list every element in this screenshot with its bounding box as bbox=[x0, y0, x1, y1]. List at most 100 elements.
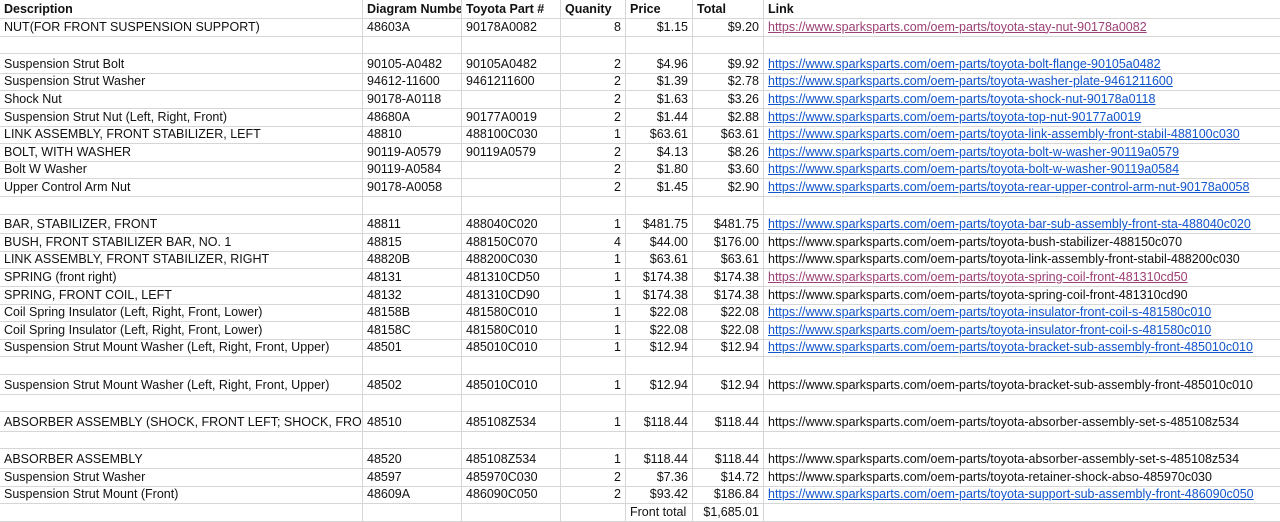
cell-description-text[interactable]: Suspension Strut Washer bbox=[4, 74, 145, 88]
cell-quantity-text[interactable]: 2 bbox=[614, 92, 621, 106]
cell-total[interactable]: $186.84 bbox=[693, 486, 764, 505]
cell-price[interactable]: $4.13 bbox=[626, 144, 693, 162]
cell-quantity[interactable]: 1 bbox=[561, 375, 626, 395]
cell-link[interactable] bbox=[764, 37, 1280, 55]
cell-quantity[interactable]: 4 bbox=[561, 234, 626, 252]
header-total[interactable]: Total bbox=[693, 0, 764, 19]
cell-diagram-number-text[interactable]: 48820B bbox=[367, 252, 410, 266]
cell-description[interactable] bbox=[0, 36, 363, 55]
cell-price[interactable]: $93.42 bbox=[626, 486, 693, 505]
cell-quantity[interactable]: 2 bbox=[561, 73, 626, 92]
cell-description-text[interactable]: BUSH, FRONT STABILIZER BAR, NO. 1 bbox=[4, 235, 231, 249]
cell-description-text[interactable]: BAR, STABILIZER, FRONT bbox=[4, 217, 157, 231]
cell-description[interactable]: Bolt W Washer bbox=[0, 161, 363, 180]
cell-total-text[interactable]: $2.88 bbox=[728, 110, 759, 124]
cell-diagram-number[interactable]: 48158C bbox=[363, 322, 462, 340]
cell-description-text[interactable]: Shock Nut bbox=[4, 92, 62, 106]
cell-part-number[interactable] bbox=[462, 91, 561, 109]
cell-description[interactable]: Suspension Strut Washer bbox=[0, 469, 363, 487]
cell-part-number-text[interactable]: 481580C010 bbox=[466, 323, 538, 337]
cell-quantity[interactable]: 1 bbox=[561, 449, 626, 469]
cell-diagram-number-text[interactable]: 48520 bbox=[367, 452, 402, 466]
cell-diagram-number[interactable]: 90119-A0579 bbox=[363, 144, 462, 162]
cell-part-number[interactable] bbox=[462, 36, 561, 55]
cell-quantity[interactable]: 2 bbox=[561, 109, 626, 127]
cell-total[interactable]: $2.88 bbox=[693, 109, 764, 127]
cell-diagram-number[interactable]: 48520 bbox=[363, 449, 462, 469]
cell-part-number[interactable] bbox=[462, 394, 561, 413]
cell-price-text[interactable]: $63.61 bbox=[650, 127, 688, 141]
cell-quantity-text[interactable]: 2 bbox=[614, 487, 621, 501]
cell-description[interactable]: Upper Control Arm Nut bbox=[0, 179, 363, 197]
cell-part-number[interactable] bbox=[462, 357, 561, 375]
cell-link[interactable]: https://www.sparksparts.com/oem-parts/to… bbox=[764, 19, 1280, 37]
header-price-text[interactable]: Price bbox=[630, 2, 661, 16]
cell-price[interactable]: $12.94 bbox=[626, 339, 693, 358]
cell-total[interactable]: $118.44 bbox=[693, 449, 764, 469]
cell-link-text[interactable]: https://www.sparksparts.com/oem-parts/to… bbox=[768, 252, 1240, 266]
cell-price[interactable]: $63.61 bbox=[626, 251, 693, 270]
cell-price-text[interactable]: $1.15 bbox=[657, 20, 688, 34]
cell-price-text[interactable]: $4.96 bbox=[657, 57, 688, 71]
cell-total[interactable]: $9.20 bbox=[693, 19, 764, 37]
cell-description-text[interactable]: Suspension Strut Nut (Left, Right, Front… bbox=[4, 110, 227, 124]
cell-link-text[interactable]: https://www.sparksparts.com/oem-parts/to… bbox=[768, 57, 1161, 71]
cell-diagram-number-text[interactable]: 94612-11600 bbox=[367, 74, 440, 88]
cell-description-text[interactable]: SPRING (front right) bbox=[4, 270, 117, 284]
cell-diagram-number-text[interactable]: 48510 bbox=[367, 415, 402, 429]
cell-diagram-number[interactable]: 48810 bbox=[363, 126, 462, 145]
cell-description-text[interactable]: LINK ASSEMBLY, FRONT STABILIZER, LEFT bbox=[4, 127, 261, 141]
cell-quantity[interactable]: 1 bbox=[561, 251, 626, 270]
cell-quantity-text[interactable]: 2 bbox=[614, 110, 621, 124]
cell-link[interactable] bbox=[764, 395, 1280, 413]
cell-total[interactable]: $2.78 bbox=[693, 73, 764, 92]
cell-part-number-text[interactable]: 481310CD50 bbox=[466, 270, 540, 284]
cell-price[interactable]: $1.80 bbox=[626, 161, 693, 180]
header-link-text[interactable]: Link bbox=[768, 2, 794, 16]
front-total-label-text[interactable]: Front total bbox=[630, 505, 686, 519]
cell-total[interactable]: $176.00 bbox=[693, 234, 764, 252]
cell-total-text[interactable]: $22.08 bbox=[721, 305, 759, 319]
cell-diagram-number-text[interactable]: 48132 bbox=[367, 288, 402, 302]
cell-link[interactable]: https://www.sparksparts.com/oem-parts/to… bbox=[764, 469, 1280, 487]
cell-description-text[interactable]: Suspension Strut Washer bbox=[4, 470, 145, 484]
header-quantity[interactable]: Quanity bbox=[561, 0, 626, 19]
header-link[interactable]: Link bbox=[764, 0, 1280, 19]
cell-part-number-text[interactable]: 485010C010 bbox=[466, 340, 538, 354]
cell-part-number[interactable] bbox=[462, 197, 561, 215]
cell-description[interactable]: BUSH, FRONT STABILIZER BAR, NO. 1 bbox=[0, 234, 363, 252]
cell-price[interactable]: $481.75 bbox=[626, 214, 693, 235]
cell-part-number[interactable]: 9461211600 bbox=[462, 73, 561, 92]
cell-price-text[interactable]: $118.44 bbox=[644, 415, 688, 429]
cell-diagram-number[interactable] bbox=[363, 36, 462, 55]
cell-part-number[interactable]: 481580C010 bbox=[462, 322, 561, 340]
cell-quantity[interactable] bbox=[561, 394, 626, 413]
cell-price[interactable]: $7.36 bbox=[626, 469, 693, 487]
cell-part-number[interactable]: 486090C050 bbox=[462, 486, 561, 505]
cell-diagram-number[interactable] bbox=[363, 197, 462, 215]
cell-diagram-number-text[interactable]: 48810 bbox=[367, 127, 402, 141]
header-description-text[interactable]: Description bbox=[4, 2, 73, 16]
cell-link[interactable]: https://www.sparksparts.com/oem-parts/to… bbox=[764, 449, 1280, 469]
cell-quantity[interactable]: 2 bbox=[561, 179, 626, 197]
cell-price[interactable]: $12.94 bbox=[626, 375, 693, 395]
cell-description-text[interactable]: Suspension Strut Bolt bbox=[4, 57, 124, 71]
cell-diagram-number-text[interactable]: 90178-A0058 bbox=[367, 180, 442, 194]
cell-quantity-text[interactable]: 4 bbox=[614, 235, 621, 249]
cell-quantity[interactable] bbox=[561, 357, 626, 375]
cell-link[interactable]: https://www.sparksparts.com/oem-parts/to… bbox=[764, 287, 1280, 305]
cell-price[interactable]: $63.61 bbox=[626, 126, 693, 145]
cell-price[interactable]: $1.45 bbox=[626, 179, 693, 197]
cell-total-text[interactable]: $12.94 bbox=[721, 378, 759, 392]
cell-diagram-number-text[interactable]: 48603A bbox=[367, 20, 410, 34]
cell-diagram-number-text[interactable]: 90178-A0118 bbox=[367, 92, 441, 106]
cell-link[interactable]: https://www.sparksparts.com/oem-parts/to… bbox=[764, 74, 1280, 92]
cell-link[interactable]: https://www.sparksparts.com/oem-parts/to… bbox=[764, 269, 1280, 287]
cell-diagram-number-text[interactable]: 90119-A0579 bbox=[367, 145, 441, 159]
cell-total[interactable]: $3.26 bbox=[693, 91, 764, 109]
cell-link[interactable]: https://www.sparksparts.com/oem-parts/to… bbox=[764, 412, 1280, 432]
cell-description-text[interactable]: Suspension Strut Mount Washer (Left, Rig… bbox=[4, 378, 329, 392]
cell-diagram-number-text[interactable]: 90105-A0482 bbox=[367, 57, 442, 71]
cell-link[interactable]: https://www.sparksparts.com/oem-parts/to… bbox=[764, 234, 1280, 252]
cell-price-text[interactable]: $1.44 bbox=[657, 110, 688, 124]
